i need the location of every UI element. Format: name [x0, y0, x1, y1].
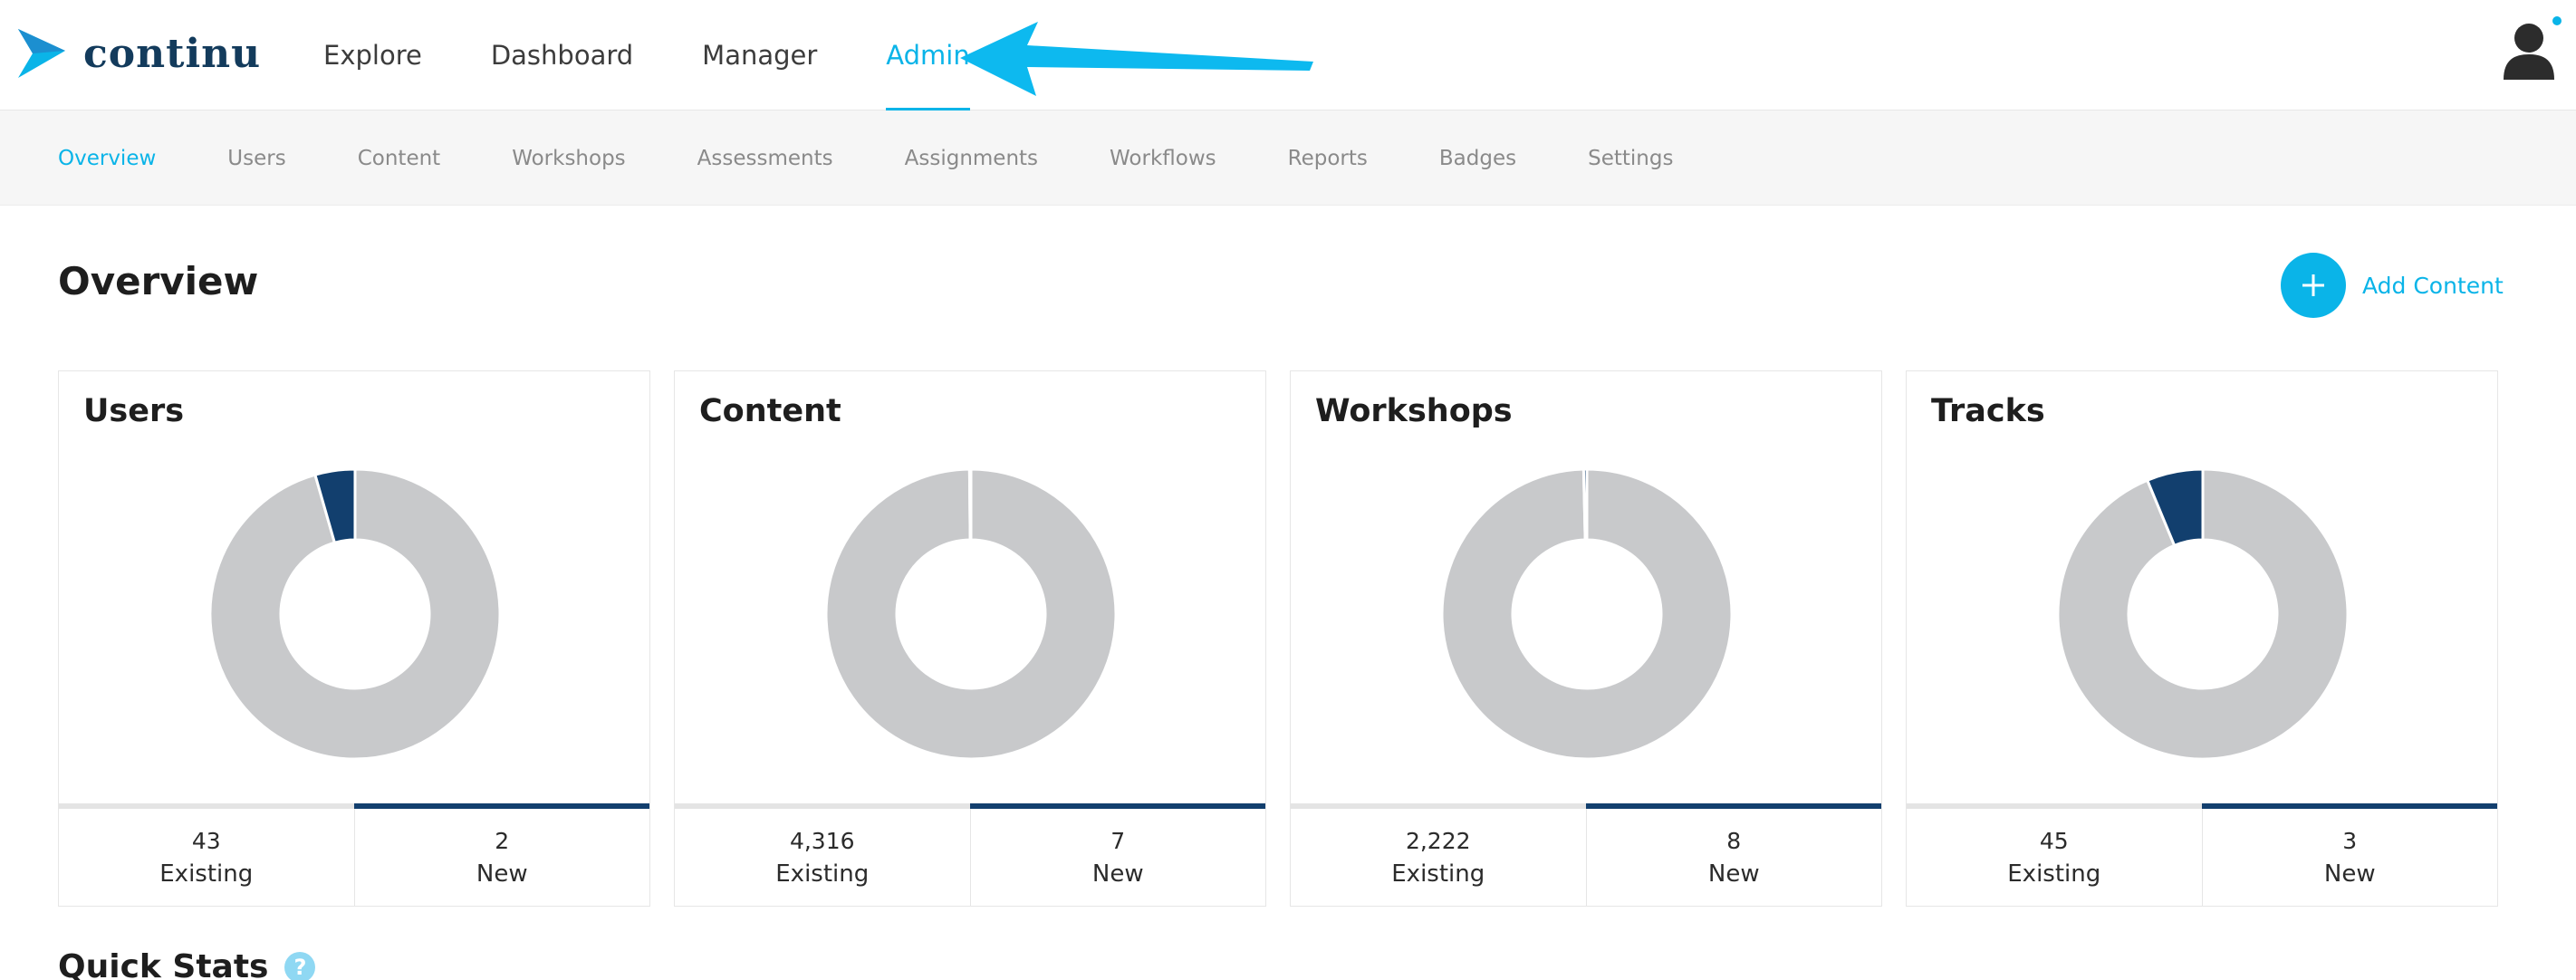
topnav-item-admin[interactable]: Admin [886, 0, 971, 110]
continu-arrow-logo-icon [18, 29, 65, 78]
existing-label: Existing [775, 860, 870, 888]
sub-nav: Overview Users Content Workshops Assessments… [58, 110, 1745, 206]
stat-existing[interactable]: 43 Existing [59, 809, 354, 906]
tab-assignments[interactable]: Assignments [905, 110, 1038, 206]
existing-count: 2,222 [1405, 827, 1471, 854]
brand-logo[interactable]: continu [16, 25, 261, 82]
card-users[interactable]: Users 43 Existing 2 New [58, 370, 650, 907]
quick-stats-title: Quick Stats [58, 948, 269, 980]
existing-count: 45 [2039, 827, 2069, 854]
page-title: Overview [58, 259, 259, 303]
tab-content[interactable]: Content [358, 110, 440, 206]
topnav-item-manager[interactable]: Manager [702, 0, 817, 110]
stat-new[interactable]: 8 New [1585, 809, 1882, 906]
new-count: 2 [495, 827, 510, 854]
existing-label: Existing [1391, 860, 1485, 888]
topnav-item-dashboard[interactable]: Dashboard [491, 0, 633, 110]
tab-overview[interactable]: Overview [58, 110, 156, 206]
stat-new[interactable]: 2 New [353, 809, 650, 906]
card-stats: 2,222 Existing 8 New [1291, 809, 1881, 906]
card-title: Workshops [1315, 393, 1513, 429]
card-tracks[interactable]: Tracks 45 Existing 3 New [1906, 370, 2498, 907]
new-count: 7 [1110, 827, 1126, 854]
tab-badges[interactable]: Badges [1439, 110, 1516, 206]
card-title: Content [699, 393, 841, 429]
card-stats: 45 Existing 3 New [1907, 809, 2497, 906]
existing-count: 4,316 [789, 827, 855, 854]
brand-name: continu [83, 30, 262, 77]
donut-chart-workshops [1441, 468, 1733, 760]
topnav-item-explore[interactable]: Explore [323, 0, 422, 110]
quick-stats-header: Quick Stats ? [58, 948, 316, 980]
add-content-label: Add Content [2362, 272, 2504, 299]
donut-slice-new[interactable] [967, 468, 973, 542]
donut-chart-users [209, 468, 501, 760]
card-title: Users [83, 393, 185, 429]
notification-dot [2551, 14, 2563, 27]
new-label: New [2323, 860, 2376, 888]
new-label: New [1707, 860, 1760, 888]
plus-icon [2302, 274, 2324, 296]
admin-sub-navigation: Overview Users Content Workshops Assessments… [0, 110, 2576, 206]
main-nav: Explore Dashboard Manager Admin [323, 0, 1039, 110]
card-content[interactable]: Content 4,316 Existing 7 New [674, 370, 1266, 907]
add-circle [2281, 253, 2346, 318]
tab-reports[interactable]: Reports [1288, 110, 1368, 206]
card-title: Tracks [1931, 393, 2045, 429]
existing-label: Existing [159, 860, 254, 888]
top-navigation-bar: continu Explore Dashboard Manager Admin [0, 0, 2576, 110]
user-avatar-icon[interactable] [2502, 20, 2556, 80]
tab-workflows[interactable]: Workflows [1110, 110, 1216, 206]
tab-assessments[interactable]: Assessments [697, 110, 833, 206]
tab-settings[interactable]: Settings [1588, 110, 1673, 206]
stat-new[interactable]: 7 New [969, 809, 1266, 906]
new-label: New [1091, 860, 1144, 888]
stat-existing[interactable]: 4,316 Existing [675, 809, 970, 906]
donut-chart-tracks [2057, 468, 2349, 760]
donut-chart-content [825, 468, 1117, 760]
tab-workshops[interactable]: Workshops [512, 110, 625, 206]
add-content-button[interactable]: Add Content [2281, 253, 2504, 318]
stat-existing[interactable]: 45 Existing [1907, 809, 2202, 906]
stat-new[interactable]: 3 New [2201, 809, 2498, 906]
existing-count: 43 [191, 827, 221, 854]
tab-users[interactable]: Users [227, 110, 285, 206]
new-label: New [476, 860, 528, 888]
new-count: 3 [2342, 827, 2358, 854]
card-stats: 43 Existing 2 New [59, 809, 649, 906]
donut-slice-new[interactable] [1581, 468, 1589, 542]
card-stats: 4,316 Existing 7 New [675, 809, 1265, 906]
pointer-arrow-icon [960, 22, 1313, 96]
question-mark-icon[interactable]: ? [284, 951, 316, 980]
new-count: 8 [1726, 827, 1742, 854]
stat-existing[interactable]: 2,222 Existing [1291, 809, 1586, 906]
existing-label: Existing [2007, 860, 2101, 888]
card-workshops[interactable]: Workshops 2,222 Existing 8 New [1290, 370, 1882, 907]
